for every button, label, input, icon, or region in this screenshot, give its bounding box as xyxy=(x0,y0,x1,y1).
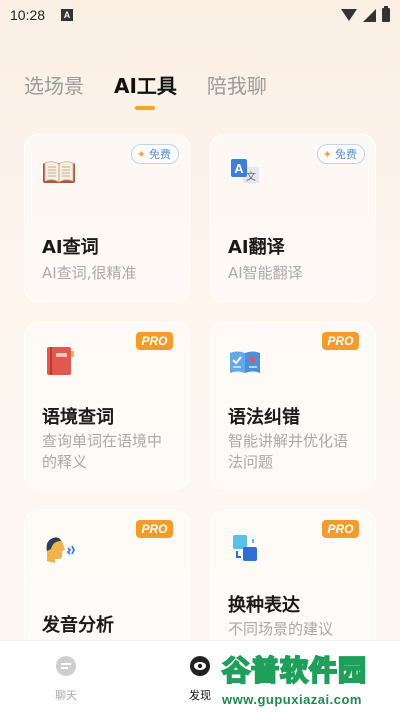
chat-icon xyxy=(56,656,76,676)
top-tabs: 选场景 AI工具 陪我聊 xyxy=(24,70,267,110)
signal-icon xyxy=(363,8,376,22)
card-rephrase[interactable]: PRO 换种表达 不同场景的建议 xyxy=(210,510,376,660)
card-desc: 不同场景的建议 xyxy=(228,620,334,638)
tab-underline xyxy=(135,106,156,110)
card-title: 语境查词 xyxy=(42,407,114,428)
nav-discover[interactable]: 发现 xyxy=(175,655,225,703)
book-icon xyxy=(43,161,75,183)
status-bar: 10:28 A xyxy=(0,0,400,30)
card-ai-lookup[interactable]: ✦ 免费 AI查词 AI查词,很精准 xyxy=(24,134,190,302)
card-title: AI查词 xyxy=(42,237,99,258)
discover-icon xyxy=(190,656,210,676)
free-badge: ✦ 免费 xyxy=(130,144,179,164)
rephrase-icon xyxy=(233,535,257,561)
translate-icon: 文 A xyxy=(231,159,259,183)
card-context-lookup[interactable]: PRO 语境查词 查询单词在语境中的释义 xyxy=(24,322,190,490)
pro-badge: PRO xyxy=(322,332,359,350)
card-desc: 智能讲解并优化语法问题 xyxy=(228,432,349,471)
card-title: AI翻译 xyxy=(228,237,285,258)
card-desc: AI查词,很精准 xyxy=(42,264,137,282)
svg-text:A: A xyxy=(234,161,244,176)
free-badge: ✦ 免费 xyxy=(316,144,365,164)
card-title: 换种表达 xyxy=(228,595,300,616)
watermark-url: www.gupuxiazai.com xyxy=(222,692,362,707)
wifi-icon xyxy=(341,9,357,21)
pro-badge: PRO xyxy=(136,520,173,538)
card-pronunciation[interactable]: PRO 发音分析 xyxy=(24,510,190,660)
sparkle-icon: ✦ xyxy=(136,147,146,161)
card-grammar-correction[interactable]: PRO 语法纠错 智能讲解并优化语法问题 xyxy=(210,322,376,490)
card-desc: AI智能翻译 xyxy=(228,264,303,282)
pro-badge: PRO xyxy=(322,520,359,538)
notebook-icon xyxy=(47,347,74,375)
pronunciation-icon xyxy=(46,537,76,563)
notification-icon: A xyxy=(61,9,74,21)
tab-chat-companion[interactable]: 陪我聊 xyxy=(207,70,267,104)
svg-text:文: 文 xyxy=(246,170,256,183)
battery-icon xyxy=(382,6,390,22)
watermark-title: 谷普软件园 xyxy=(221,653,368,688)
watermark: 谷普软件园 www.gupuxiazai.com xyxy=(221,648,400,712)
grammar-icon xyxy=(230,351,260,373)
sparkle-icon: ✦ xyxy=(322,147,332,161)
card-desc: 查询单词在语境中的释义 xyxy=(42,432,163,471)
tab-scene[interactable]: 选场景 xyxy=(24,70,84,104)
nav-chat[interactable]: 聊天 xyxy=(41,655,91,703)
card-title: 语法纠错 xyxy=(228,407,300,428)
status-icons xyxy=(341,6,390,22)
pro-badge: PRO xyxy=(136,332,173,350)
card-title: 发音分析 xyxy=(42,615,114,636)
status-time: 10:28 xyxy=(10,7,46,23)
card-ai-translate[interactable]: ✦ 免费 文 A AI翻译 AI智能翻译 xyxy=(210,134,376,302)
tab-ai-tools[interactable]: AI工具 xyxy=(114,70,177,110)
